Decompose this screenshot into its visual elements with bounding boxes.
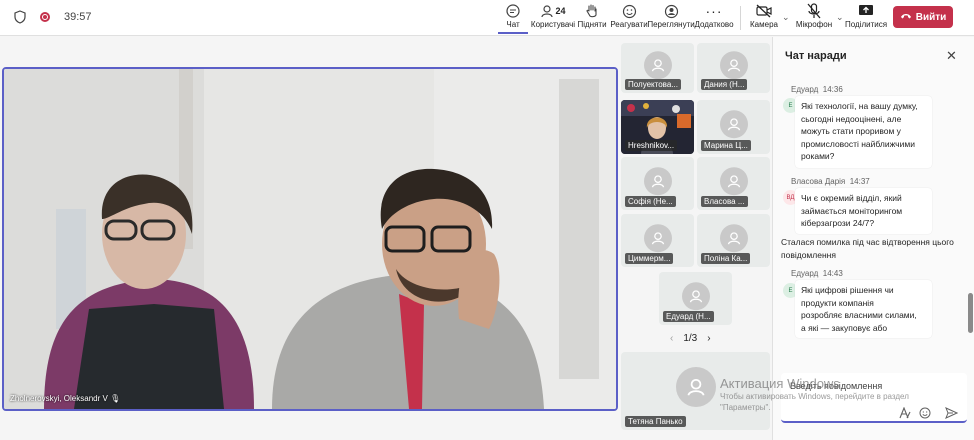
chat-icon [505,2,521,20]
phone-hangup-icon [900,12,912,23]
message-header: Едуард 14:43 [791,269,843,278]
mic-label: Мікрофон [795,20,833,29]
participant-name: Циммерм... [625,253,674,264]
share-screen-icon [858,2,874,20]
meeting-timer: 39:57 [64,11,92,23]
chat-message[interactable]: Які технології, на вашу думку, сьогодні … [795,96,932,168]
main-video-name-label: Zholnerovskyi, Oleksandr V 🎙 [10,394,121,403]
participant-tile[interactable]: Дания (Н... [697,43,770,93]
camera-button[interactable]: Камера [749,2,779,34]
chat-button[interactable]: Чат [498,2,528,34]
chat-message[interactable]: Які цифрові рішення чи продукти компанія… [795,280,932,338]
pager-label: 1/3 [683,333,698,344]
more-label: Додатково [694,20,734,29]
compose-placeholder: Введіть повідомлення [790,381,883,391]
leave-button[interactable]: Вийти [893,6,953,28]
person-avatar-icon [719,110,748,139]
participant-name: Дания (Н... [701,79,748,90]
send-icon[interactable] [945,407,959,422]
message-header: Едуард 14:36 [791,85,843,94]
hand-icon [585,2,599,20]
chevron-right-icon[interactable]: › [707,333,710,344]
view-icon [664,2,679,20]
participant-name: Марина Ц... [701,140,751,151]
view-button[interactable]: Переглянути [647,2,695,34]
chat-title: Чат наради [785,50,847,62]
meeting-toolbar: 39:57 Чат 24 Користувачі Підняти Реагува… [0,0,974,36]
mic-options-chevron-down-icon[interactable]: ⌄ [836,12,844,23]
chat-button-label: Чат [506,20,520,29]
meeting-chat-panel: Чат наради ✕ Едуард 14:36 Е Які технолог… [772,37,974,440]
raise-hand-label: Підняти [577,20,607,29]
participant-tile[interactable]: Марина Ц... [697,100,770,154]
toolbar-divider [740,6,741,30]
share-label: Поділитися [844,20,888,29]
view-label: Переглянути [647,20,695,29]
people-button[interactable]: 24 Користувачі [530,2,576,34]
participant-tile[interactable]: Поліна Ка... [697,214,770,267]
people-count: 24 [555,6,566,16]
leave-button-label: Вийти [915,11,947,23]
participant-name: Поліна Ка... [701,253,751,264]
participant-name: Власова ... [701,196,748,207]
mic-off-icon [807,2,821,20]
people-button-label: Користувачі [530,20,576,29]
main-video-feed [4,69,616,409]
more-icon: ··· [705,3,723,19]
raise-hand-button[interactable]: Підняти [577,2,607,34]
chevron-left-icon[interactable]: ‹ [670,333,673,344]
participant-tile[interactable]: Софія (Не... [621,157,694,210]
mic-button[interactable]: Мікрофон [795,2,833,34]
people-icon [541,5,554,18]
message-compose-box[interactable]: Введіть повідомлення [781,373,967,423]
close-icon[interactable]: ✕ [946,48,957,64]
gallery-pager: ‹ 1/3 › [670,333,711,344]
playback-error-message: Сталася помилка під час відтворення цьог… [781,237,954,260]
participant-name: Hreshnikov... [625,140,678,151]
person-avatar-icon [643,223,672,252]
person-avatar-icon [643,166,672,195]
participant-name: Едуард (Н... [663,311,714,322]
person-avatar-icon [643,51,672,80]
participant-tile[interactable]: Полуектова... [621,43,694,93]
person-avatar-icon [675,367,716,407]
person-avatar-icon [681,281,710,310]
emoji-icon[interactable] [919,407,931,422]
format-icon[interactable] [899,406,911,422]
participant-tile[interactable]: Власова ... [697,157,770,210]
react-label: Реагувати [610,20,648,29]
participant-name: Полуектова... [625,79,681,90]
participant-name: Софія (Не... [625,196,676,207]
participant-tile[interactable]: Циммерм... [621,214,694,267]
participant-name: Тетяна Панько [625,416,686,427]
person-avatar-icon [719,223,748,252]
more-button[interactable]: ··· Додатково [694,2,734,34]
smile-icon [622,2,637,20]
recording-icon [40,12,50,22]
chat-scrollbar[interactable] [968,293,973,333]
participant-tile-large[interactable]: Тетяна Панько [621,352,770,430]
chat-message[interactable]: Чи є окремий відділ, який займається мон… [795,188,932,234]
share-button[interactable]: Поділитися [844,2,888,34]
person-avatar-icon [719,51,748,80]
shield-icon[interactable] [14,10,26,24]
mic-icon: 🎙 [110,394,121,403]
main-video-stage[interactable]: Zholnerovskyi, Oleksandr V 🎙 [2,67,618,411]
camera-off-icon [756,2,772,20]
participant-tile-video[interactable]: Hreshnikov... [621,100,694,154]
camera-label: Камера [750,20,778,29]
camera-options-chevron-down-icon[interactable]: ⌄ [782,12,790,23]
participant-tile[interactable]: Едуард (Н... [659,272,732,325]
message-header: Власова Дарія 14:37 [791,177,870,186]
react-button[interactable]: Реагувати [610,2,648,34]
person-avatar-icon [719,166,748,195]
